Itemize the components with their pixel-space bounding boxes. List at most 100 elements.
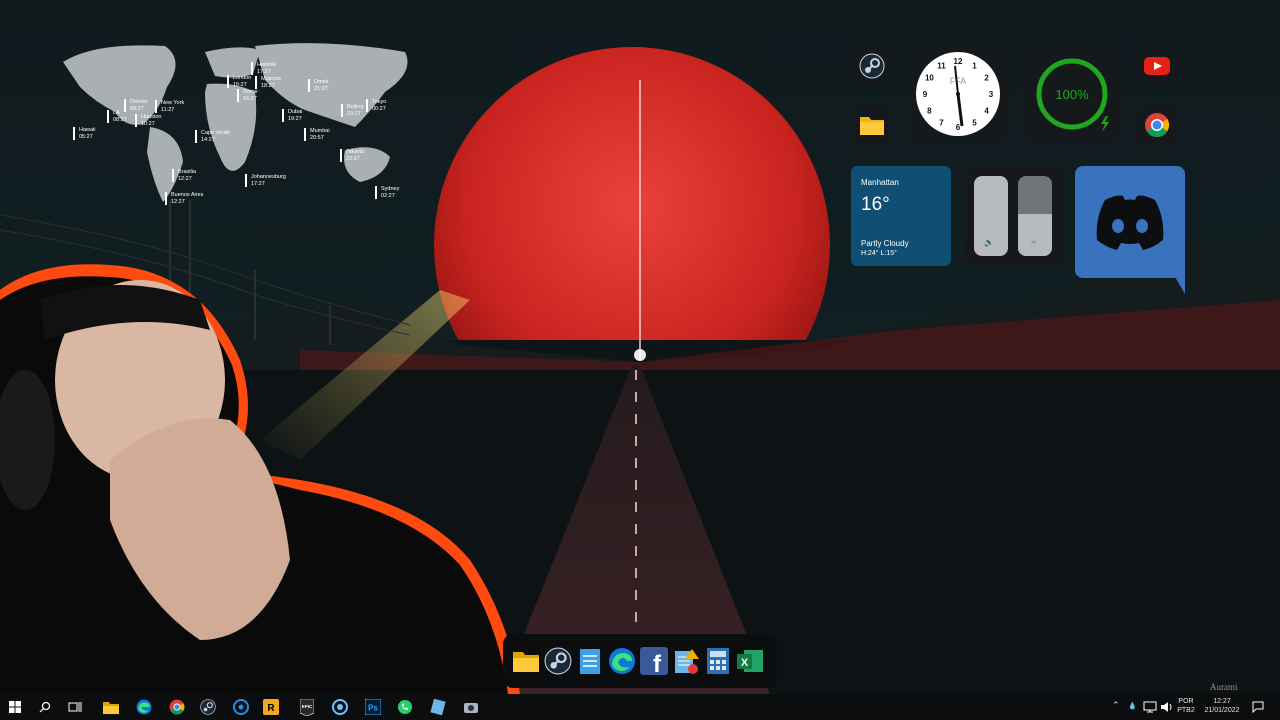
taskbar-file-explorer[interactable] (96, 694, 126, 720)
clock-numeral: 10 (925, 74, 934, 83)
city-dubai: Dubai 19:27 (282, 109, 302, 122)
volume-brightness-widget: 🔈 ☀ (964, 166, 1064, 266)
youtube-icon (1144, 57, 1170, 75)
photoshop-icon: Ps (365, 699, 381, 715)
clock-numeral: 3 (989, 90, 994, 99)
steam-icon (859, 53, 885, 79)
discord-tile-tail (1171, 270, 1185, 294)
city-moscow: Moscow 18:27 (255, 76, 281, 89)
city-omsk: Omsk 21:27 (308, 79, 328, 92)
taskbar-camera[interactable] (456, 694, 486, 720)
taskbar-photoshop[interactable]: Ps (358, 694, 388, 720)
network-icon[interactable] (1143, 701, 1157, 713)
chrome-shortcut[interactable] (1137, 105, 1177, 145)
city-helsinki: Helsinki 17:27 (251, 62, 276, 75)
city-rome: Rome 16:27 (237, 89, 258, 102)
svg-text:EPIC: EPIC (302, 704, 313, 709)
volume-slider[interactable]: 🔈 (974, 176, 1008, 256)
dock-file-explorer[interactable] (511, 646, 541, 676)
circle-app-icon (332, 699, 348, 715)
city-johannesburg: Johannesburg 17:27 (245, 174, 286, 187)
whatsapp-icon (398, 700, 412, 714)
taskbar-rockstar[interactable]: R (256, 694, 286, 720)
clock-numeral: 12 (954, 57, 963, 66)
taskbar-whatsapp[interactable] (390, 694, 420, 720)
city-beijing: Beijing 23:27 (341, 104, 364, 117)
discord-shortcut[interactable] (1075, 166, 1185, 294)
taskbar-edge[interactable] (129, 694, 159, 720)
city-sydney: Sydney 02:27 (375, 186, 399, 199)
keyboard-layout-label: PTB2 (1177, 707, 1195, 714)
brightness-slider-fill (1018, 214, 1052, 256)
folder-shortcut[interactable] (852, 105, 892, 145)
taskbar-unknown-app[interactable] (325, 694, 355, 720)
clock-brand: FFA (950, 76, 967, 86)
weather-widget[interactable]: Manhattan 16° Partly Cloudy H:24° L:15° (851, 166, 951, 266)
tray-overflow-chevron-icon[interactable]: ⌃ (1112, 701, 1120, 710)
notification-center-icon[interactable] (1252, 701, 1264, 713)
dock-steam[interactable] (543, 646, 573, 676)
city-jakarta: Jakarta 22:27 (340, 149, 364, 162)
analog-clock-widget: FFA 12 1 2 3 4 5 6 7 8 9 10 11 (908, 46, 1008, 142)
clock-numeral: 5 (972, 119, 977, 128)
language-label: POR (1178, 698, 1194, 705)
svg-text:f: f (653, 651, 662, 675)
steam-icon (200, 699, 216, 715)
folder-icon (860, 117, 884, 135)
clock-numeral: 9 (923, 90, 928, 99)
brightness-slider[interactable]: ☀ (1018, 176, 1052, 256)
input-language[interactable]: POR PTB2 (1174, 697, 1198, 715)
weather-city: Manhattan (861, 178, 899, 187)
file-explorer-icon (513, 652, 539, 672)
weather-condition: Partly Cloudy (861, 239, 909, 248)
dock-notes-alert[interactable] (671, 646, 701, 676)
brightness-icon: ☀ (1030, 238, 1038, 247)
edge-icon (136, 699, 152, 715)
dock-excel[interactable]: X (735, 646, 765, 676)
city-denver: Denver 09:27 (124, 99, 148, 112)
clock-numeral: 1 (972, 61, 977, 70)
camera-icon (464, 703, 478, 713)
city-brasilia: Brasilia 12:27 (172, 169, 196, 182)
wallpaper-signature: Aurami (1210, 682, 1238, 692)
clock-numeral: 11 (937, 61, 946, 70)
dock-calculator[interactable] (703, 646, 733, 676)
taskbar-notepad[interactable] (423, 694, 453, 720)
dock-facebook[interactable]: f (639, 646, 669, 676)
battery-widget: 100% (1024, 46, 1120, 142)
volume-icon[interactable] (1160, 701, 1174, 713)
notepad-icon (430, 699, 446, 715)
taskbar-battle-net[interactable] (226, 694, 256, 720)
clock-numeral: 6 (956, 123, 961, 132)
taskbar-steam[interactable] (193, 694, 223, 720)
youtube-shortcut[interactable] (1137, 46, 1177, 86)
discord-icon (1096, 195, 1164, 250)
dock-edge[interactable] (607, 646, 637, 676)
taskbar: R EPIC Ps ⌃ 💧 POR PTB2 12:27 21/01/2022 (0, 694, 1280, 720)
weather-temp: 16° (861, 194, 890, 215)
start-button[interactable] (0, 694, 30, 720)
epic-games-icon: EPIC (300, 698, 314, 716)
tray-droplet-icon[interactable]: 💧 (1128, 702, 1137, 711)
city-cape-verde: Cape Verde 14:27 (195, 130, 230, 143)
calculator-icon (707, 648, 729, 674)
clock-numeral: 7 (939, 119, 944, 128)
rockstar-icon: R (263, 699, 279, 715)
facebook-icon: f (640, 647, 668, 675)
task-view-button[interactable] (60, 694, 90, 720)
taskbar-date: 21/01/2022 (1204, 707, 1240, 714)
svg-text:Ps: Ps (368, 704, 378, 713)
dock-notepad[interactable] (575, 646, 605, 676)
windows-icon (9, 701, 21, 713)
app-dock: f X (503, 634, 777, 688)
clock-date[interactable]: 12:27 21/01/2022 (1198, 697, 1246, 715)
steam-shortcut[interactable] (852, 46, 892, 86)
search-icon (39, 701, 51, 713)
notepad-icon (580, 649, 600, 674)
taskbar-epic-games[interactable]: EPIC (292, 694, 322, 720)
taskbar-chrome[interactable] (162, 694, 192, 720)
search-button[interactable] (30, 694, 60, 720)
svg-text:R: R (267, 703, 275, 714)
battery-ring: 100% (1036, 58, 1109, 132)
volume-icon: 🔈 (984, 238, 994, 247)
